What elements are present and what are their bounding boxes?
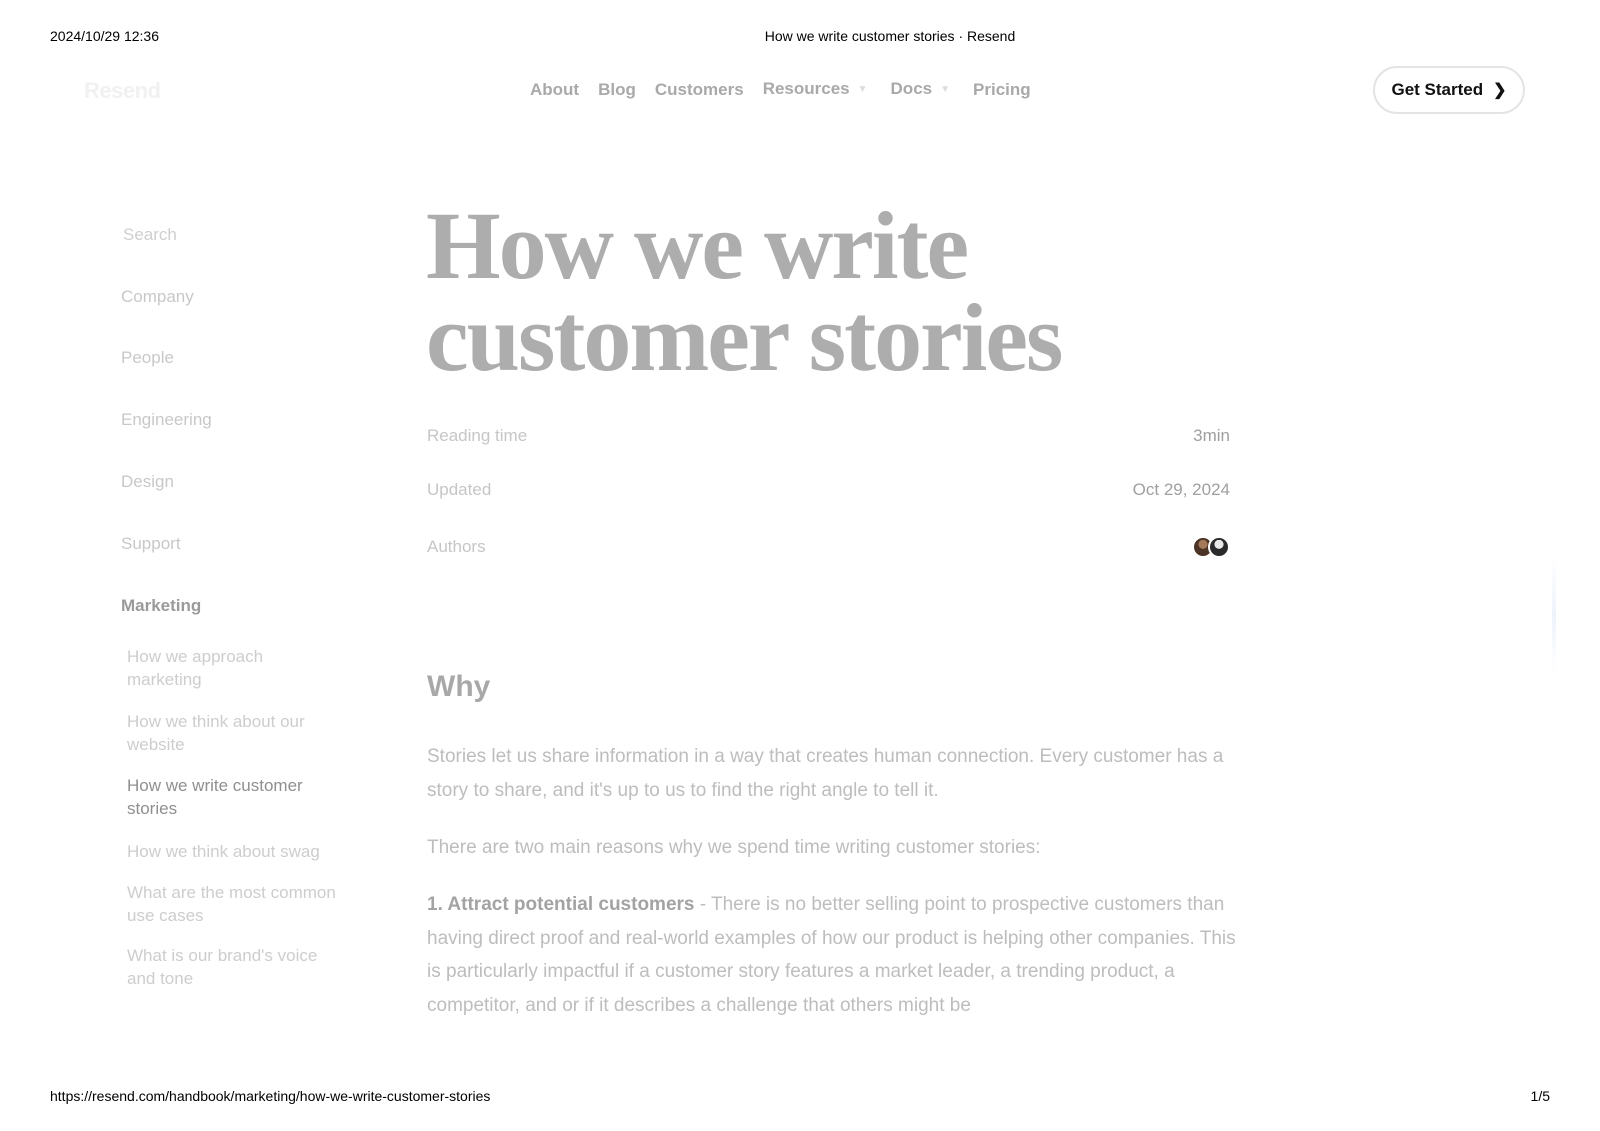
nav-resources[interactable]: Resources ▼ [763, 79, 868, 99]
sidebar-subitem-use-cases[interactable]: What are the most common use cases [127, 881, 342, 927]
nav-customers[interactable]: Customers [655, 80, 744, 100]
nav-docs[interactable]: Docs ▼ [891, 79, 950, 99]
chevron-down-icon: ▼ [940, 83, 951, 95]
sidebar-subitem-brand-voice[interactable]: What is our brand's voice and tone [127, 944, 342, 990]
get-started-button[interactable]: Get Started ❯ [1373, 66, 1525, 114]
sidebar-subitem-approach-marketing[interactable]: How we approach marketing [127, 645, 342, 691]
sidebar-subitem-website[interactable]: How we think about our website [127, 710, 342, 756]
avatar[interactable] [1208, 536, 1230, 558]
title-line-1: How we write [426, 192, 969, 299]
meta-updated: Updated Oct 29, 2024 [427, 480, 1230, 500]
sidebar-item-company[interactable]: Company [121, 287, 194, 307]
nav-about[interactable]: About [530, 80, 579, 100]
paragraph-attract-customers: 1. Attract potential customers - There i… [427, 888, 1237, 1022]
sidebar-item-design[interactable]: Design [121, 472, 174, 492]
reading-time-value: 3min [1193, 426, 1230, 445]
sidebar-subitem-swag[interactable]: How we think about swag [127, 840, 342, 863]
sidebar-item-engineering[interactable]: Engineering [121, 410, 212, 430]
sidebar-item-marketing[interactable]: Marketing [121, 596, 201, 616]
nav-blog[interactable]: Blog [598, 80, 636, 100]
top-navigation: About Blog Customers Resources ▼ Docs ▼ Pr… [530, 79, 1050, 100]
nav-resources-label: Resources [762, 79, 850, 98]
paragraph-reasons: There are two main reasons why we spend … [427, 837, 1041, 858]
sidebar-item-people[interactable]: People [121, 348, 174, 368]
nav-blog-label: Blog [598, 80, 636, 99]
title-line-2: customer stories [426, 284, 1063, 391]
sidebar-subitem-customer-stories[interactable]: How we write customer stories [127, 774, 342, 820]
section-heading-why: Why [427, 670, 491, 703]
page-title: How we write customer stories [426, 198, 1063, 386]
get-started-label: Get Started [1391, 80, 1484, 99]
updated-label: Updated [427, 480, 492, 499]
print-url: https://resend.com/handbook/marketing/ho… [50, 1088, 491, 1104]
scroll-indicator [1552, 555, 1556, 675]
attract-customers-heading: 1. Attract potential customers [427, 894, 695, 915]
meta-authors: Authors [427, 536, 1230, 558]
nav-customers-label: Customers [654, 80, 744, 99]
updated-value: Oct 29, 2024 [1132, 480, 1230, 499]
sidebar-item-support[interactable]: Support [121, 534, 181, 554]
resend-logo[interactable]: Resend [84, 78, 161, 104]
authors-label: Authors [427, 537, 486, 556]
paragraph-stories: Stories let us share information in a wa… [427, 746, 1224, 801]
chevron-down-icon: ▼ [857, 83, 868, 95]
print-page-number: 1/5 [1530, 1088, 1550, 1104]
chevron-right-icon: ❯ [1493, 82, 1507, 99]
nav-pricing[interactable]: Pricing [973, 80, 1031, 100]
sidebar-search[interactable]: Search [123, 225, 177, 245]
nav-pricing-label: Pricing [973, 80, 1031, 99]
nav-docs-label: Docs [890, 79, 933, 98]
author-avatars [1192, 536, 1230, 558]
reading-time-label: Reading time [427, 426, 528, 445]
print-document-title: How we write customer stories · Resend [764, 28, 1016, 44]
nav-about-label: About [530, 80, 580, 99]
meta-reading-time: Reading time 3min [427, 426, 1230, 446]
